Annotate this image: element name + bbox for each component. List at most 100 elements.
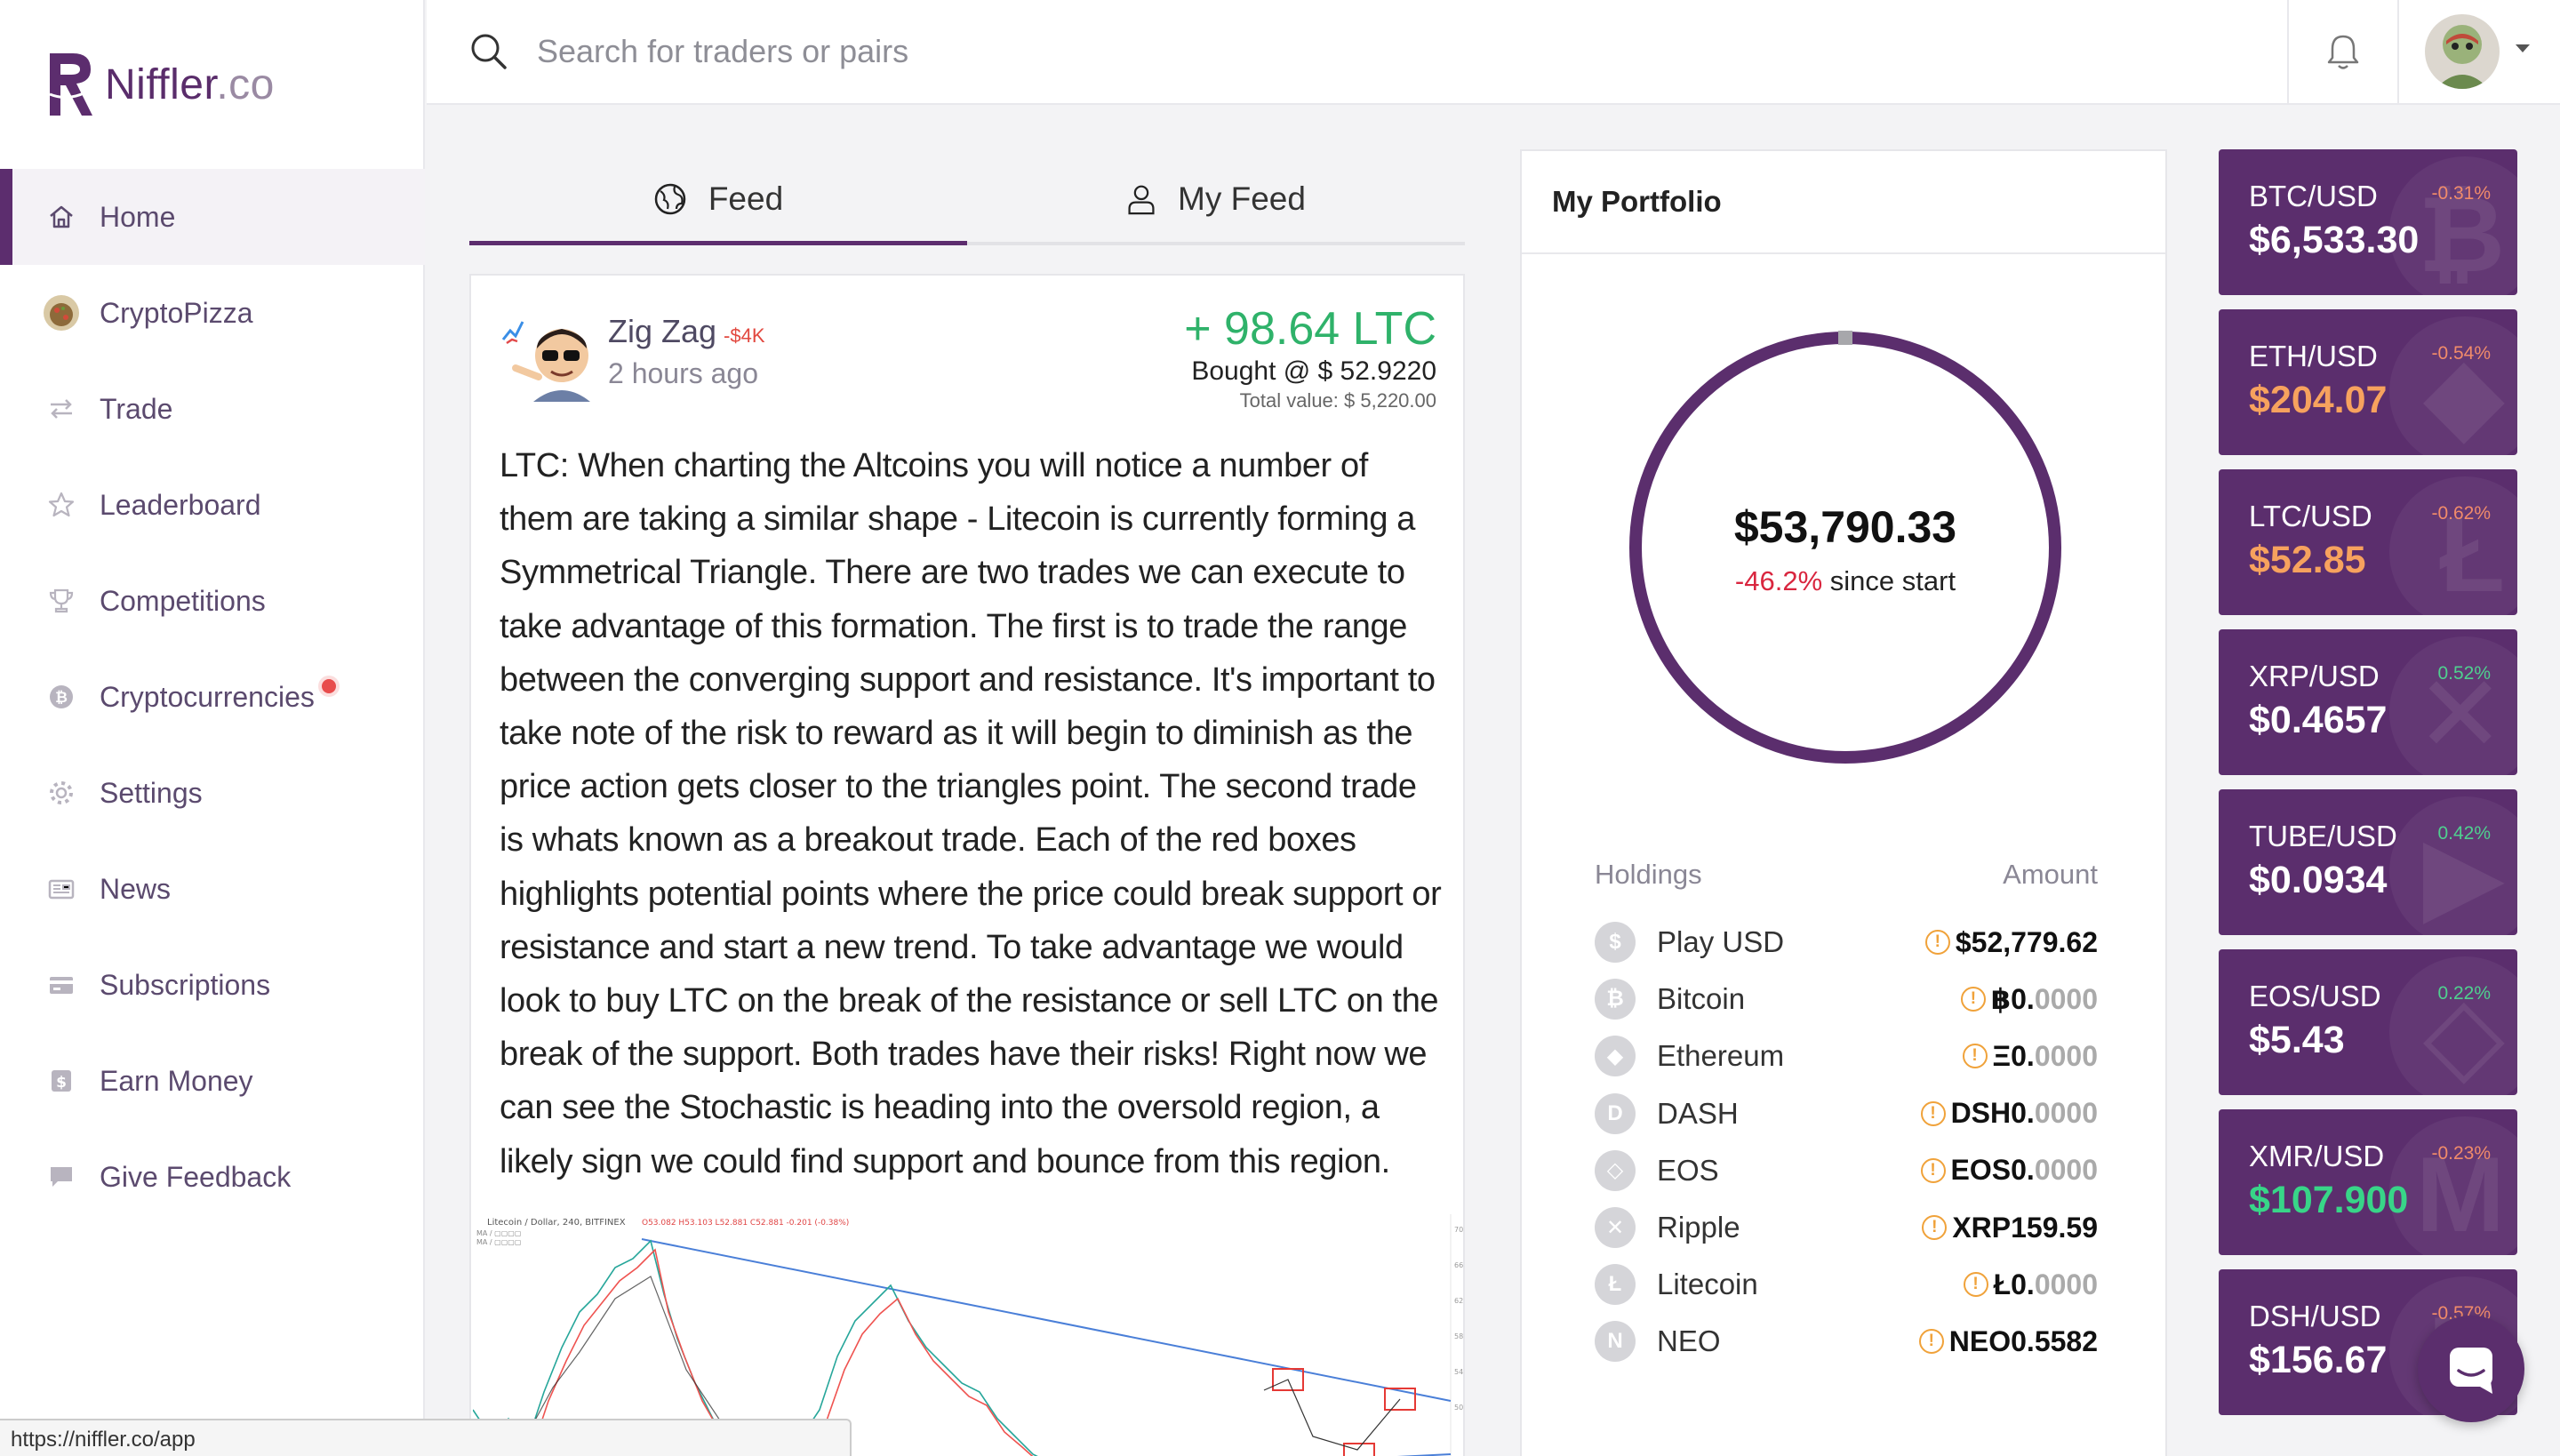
ticker-pair: XRP/USD [2249,660,2380,692]
svg-text:$: $ [56,1074,67,1092]
holding-name: NEO [1657,1324,1721,1358]
nav-item-competitions[interactable]: Competitions [0,553,425,649]
bell-icon [2327,35,2359,69]
gear-icon [46,778,76,808]
ticker-change: 0.22% [2437,983,2491,1004]
ticker-card[interactable]: ◇ EOS/USD 0.22% $5.43 [2219,949,2517,1095]
nav-label: Subscriptions [100,968,271,1001]
svg-text:62.000: 62.000 [1454,1297,1465,1305]
portfolio-total: $53,790.33 [1733,502,1957,552]
search-icon [471,34,507,69]
nav-label: CryptoPizza [100,296,253,329]
ticker-price: $204.07 [2249,379,2388,421]
nav-item-news[interactable]: News [0,841,425,937]
trader-avatar[interactable] [498,313,594,402]
warning-icon[interactable]: ! [1920,1157,1946,1183]
nav-label: Settings [100,776,203,809]
nav-item-subscriptions[interactable]: Subscriptions [0,937,425,1033]
warning-icon[interactable]: ! [1960,987,1986,1012]
holding-amount: ฿0.0000 [1990,983,2098,1016]
feed-tabs: Feed My Feed [469,156,1465,245]
tab-feed[interactable]: Feed [469,156,967,245]
litecoin-coin-icon: Ł [1595,1264,1636,1306]
ticker-price: $0.4657 [2249,699,2388,741]
nav-item-cryptopizza[interactable]: CryptoPizza [0,265,425,361]
ticker-change: -0.62% [2431,503,2491,524]
chat-button[interactable] [2418,1316,2524,1422]
ticker-change: -0.54% [2431,343,2491,364]
newspaper-icon [46,874,76,904]
ticker-card[interactable]: ₿ BTC/USD -0.31% $6,533.30 [2219,149,2517,295]
ripple-coin-icon: ✕ [1595,1207,1636,1249]
globe-icon [654,183,686,215]
warning-icon[interactable]: ! [1963,1272,1988,1298]
trade-price: Bought @ $ 52.9220 [1191,356,1436,386]
trophy-icon [46,586,76,616]
dollar-icon: $ [46,1066,76,1096]
holding-row[interactable]: ◇ EOS! EOS0.0000 [1595,1142,2098,1199]
ticker-pair: BTC/USD [2249,180,2378,212]
holding-row[interactable]: ✕ Ripple! XRP159.59 [1595,1199,2098,1256]
nav-item-give-feedback[interactable]: Give Feedback [0,1129,425,1225]
ticker-card[interactable]: ▶ TUBE/USD 0.42% $0.0934 [2219,789,2517,935]
holding-row[interactable]: D DASH! DSH0.0000 [1595,1085,2098,1142]
svg-text:66.000: 66.000 [1454,1261,1465,1269]
tab-my-feed[interactable]: My Feed [967,156,1465,242]
dollar-coin-icon: $ [1595,922,1636,964]
ticker-price: $0.0934 [2249,859,2388,901]
holding-row[interactable]: N NEO! NEO0.5582 [1595,1313,2098,1370]
ticker-price: $5.43 [2249,1019,2345,1061]
nav-item-trade[interactable]: Trade [0,361,425,457]
post-author[interactable]: Zig Zag -$4K [608,313,765,350]
author-name[interactable]: Zig Zag [608,313,716,349]
chevron-down-icon[interactable] [2516,44,2530,52]
nav-item-cryptocurrencies[interactable]: ₿ Cryptocurrencies [0,649,425,745]
nav-item-earn-money[interactable]: $ Earn Money [0,1033,425,1129]
holding-amount: DSH0.0000 [1950,1097,2098,1130]
tab-label: My Feed [1178,180,1306,217]
search-input[interactable] [537,25,1692,78]
warning-icon[interactable]: ! [1920,1100,1946,1126]
holding-amount: EOS0.0000 [1950,1154,2098,1187]
ticker-card[interactable]: ✕ XRP/USD 0.52% $0.4657 [2219,629,2517,775]
nav-item-home[interactable]: Home [0,169,425,265]
ticker-pair: DSH/USD [2249,1300,2381,1332]
chat-bubble-icon [46,1162,76,1192]
star-icon [46,490,76,520]
holding-row[interactable]: ₿ Bitcoin! ฿0.0000 [1595,971,2098,1028]
svg-text:MA / ▢▢▢▢: MA / ▢▢▢▢ [476,1238,521,1246]
nav-item-settings[interactable]: Settings [0,745,425,841]
holding-row[interactable]: ◆ Ethereum! Ξ0.0000 [1595,1028,2098,1084]
ticker-card[interactable]: ◆ ETH/USD -0.54% $204.07 [2219,309,2517,455]
home-icon [46,202,76,232]
ticker-card[interactable]: M XMR/USD -0.23% $107.900 [2219,1109,2517,1255]
holding-row[interactable]: $ Play USD! $52,779.62 [1595,914,2098,971]
holding-amount: $52,779.62 [1955,925,2098,958]
warning-icon[interactable]: ! [1922,1215,1948,1241]
warning-icon[interactable]: ! [1924,930,1950,956]
user-avatar[interactable] [2425,14,2500,89]
ticker-card[interactable]: Ł LTC/USD -0.62% $52.85 [2219,469,2517,615]
niffler-logo[interactable]: Niffler.co [46,46,275,123]
holding-name: Play USD [1657,925,1785,959]
ethereum-coin-icon: ◆ [1595,1036,1636,1077]
swap-arrows-icon [46,394,76,424]
portfolio-change: -46.2% since start [1734,565,1956,596]
warning-icon[interactable]: ! [1962,1044,1988,1069]
feed-post: Zig Zag -$4K 2 hours ago + 98.64 LTC Boug… [469,274,1465,1456]
svg-text:₿: ₿ [55,689,68,707]
warning-icon[interactable]: ! [1918,1329,1944,1355]
post-timestamp: 2 hours ago [608,357,759,389]
svg-text:O53.082 H53.103 L52.881 C52.88: O53.082 H53.103 L52.881 C52.881 -0.201 (… [642,1219,849,1228]
notifications-button[interactable] [2287,0,2399,105]
portfolio-panel: My Portfolio $53,790.33 -46.2% since sta… [1520,149,2167,1456]
holding-amount: Ξ0.0000 [1992,1039,2098,1072]
chat-icon [2450,1348,2492,1394]
main-nav: Home CryptoPizza Trade Leaderboard Compe… [0,169,425,1225]
ticker-change: 0.42% [2437,823,2491,844]
post-body: LTC: When charting the Altcoins you will… [500,447,1442,1180]
nav-item-leaderboard[interactable]: Leaderboard [0,457,425,553]
holding-row[interactable]: Ł Litecoin! Ł0.0000 [1595,1256,2098,1313]
nav-label: Give Feedback [100,1160,292,1193]
ticker-change: 0.52% [2437,663,2491,684]
